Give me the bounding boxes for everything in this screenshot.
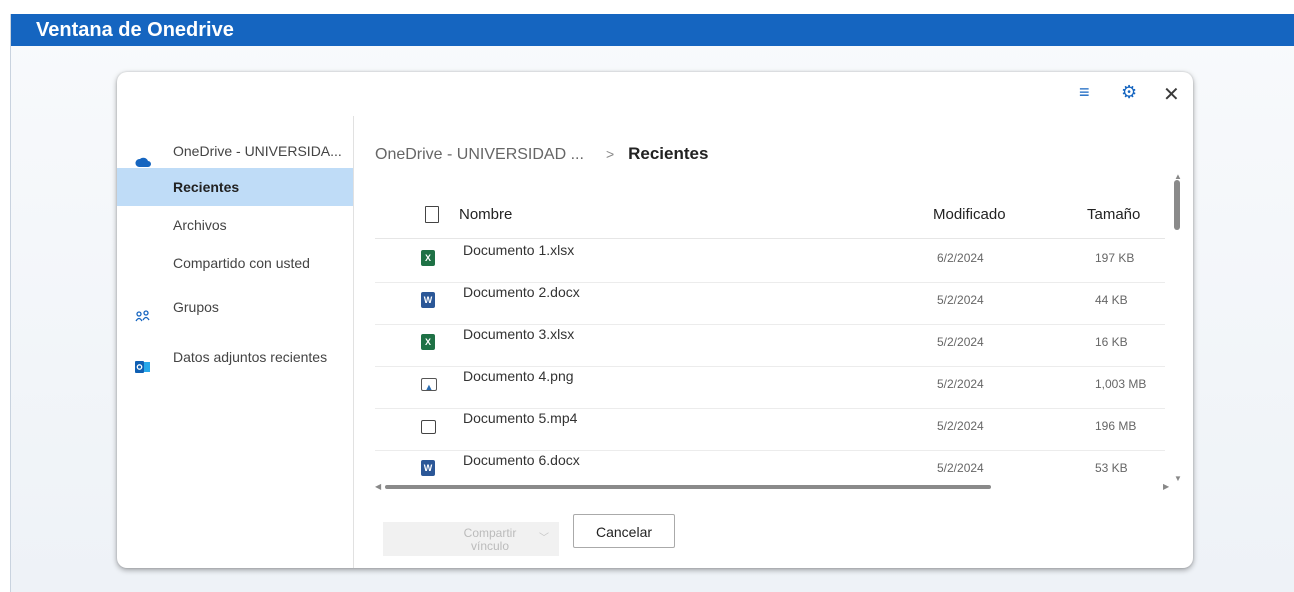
horizontal-scrollbar[interactable] bbox=[385, 485, 991, 489]
image-icon: ▲ bbox=[421, 378, 437, 392]
table-row[interactable]: ▲ Documento 4.png 5/2/2024 1,003 MB bbox=[375, 366, 1165, 409]
scroll-right-arrow[interactable]: ▶ bbox=[1163, 482, 1169, 491]
chevron-down-icon[interactable]: ﹀ bbox=[539, 532, 549, 545]
breadcrumb-separator: > bbox=[605, 146, 615, 162]
word-icon: W bbox=[421, 292, 435, 308]
file-name: Documento 2.docx bbox=[463, 284, 580, 300]
sidebar-item-grupos[interactable]: Grupos bbox=[117, 288, 353, 326]
close-icon[interactable]: ✕ bbox=[1163, 82, 1180, 107]
file-size: 16 KB bbox=[1095, 335, 1128, 349]
vertical-scrollbar[interactable] bbox=[1174, 180, 1180, 230]
sidebar-item-onedrive[interactable]: OneDrive - UNIVERSIDA... bbox=[117, 132, 353, 170]
sort-lines-icon[interactable]: ≡ bbox=[1079, 82, 1090, 103]
file-modified: 5/2/2024 bbox=[937, 293, 984, 307]
breadcrumb-root[interactable]: OneDrive - UNIVERSIDAD ... bbox=[375, 146, 584, 163]
excel-icon: X bbox=[421, 250, 435, 266]
cancel-button[interactable]: Cancelar bbox=[573, 514, 675, 548]
file-modified: 5/2/2024 bbox=[937, 461, 984, 475]
column-header-size[interactable]: Tamaño bbox=[1087, 206, 1140, 223]
share-label-line2: vínculo bbox=[470, 539, 510, 553]
share-label-line1: Compartir bbox=[463, 526, 517, 540]
file-size: 197 KB bbox=[1095, 251, 1135, 265]
file-modified: 5/2/2024 bbox=[937, 377, 984, 391]
excel-icon: X bbox=[421, 334, 435, 350]
sidebar-item-label: Datos adjuntos recientes bbox=[173, 349, 328, 365]
word-icon: W bbox=[421, 460, 435, 476]
file-type-icon bbox=[425, 206, 439, 223]
file-name: Documento 6.docx bbox=[463, 452, 580, 468]
onedrive-cloud-icon bbox=[135, 144, 151, 167]
breadcrumb: OneDrive - UNIVERSIDAD ... > Recientes bbox=[375, 144, 708, 164]
table-row[interactable]: X Documento 3.xlsx 5/2/2024 16 KB bbox=[375, 324, 1165, 367]
file-picker-dialog: ≡ ⚙ ✕ OneDrive - UNIVERSIDA... Recientes… bbox=[117, 72, 1193, 568]
column-header-name[interactable]: Nombre bbox=[459, 206, 512, 223]
file-name: Documento 5.mp4 bbox=[463, 410, 578, 426]
file-size: 1,003 MB bbox=[1095, 377, 1147, 391]
file-name: Documento 1.xlsx bbox=[463, 242, 575, 258]
video-icon bbox=[421, 420, 436, 434]
table-row[interactable]: X Documento 1.xlsx 6/2/2024 197 KB bbox=[375, 240, 1165, 283]
sidebar-item-label: Compartido con usted bbox=[173, 255, 310, 271]
sidebar-item-label: OneDrive - UNIVERSIDA... bbox=[173, 143, 342, 159]
file-modified: 5/2/2024 bbox=[937, 335, 984, 349]
scroll-left-arrow[interactable]: ◀ bbox=[375, 482, 381, 491]
breadcrumb-current: Recientes bbox=[628, 144, 709, 163]
sidebar-item-datos-adjuntos[interactable]: Datos adjuntos recientes bbox=[117, 338, 353, 376]
outlook-icon bbox=[135, 350, 151, 373]
sidebar-item-label: Grupos bbox=[173, 299, 219, 315]
file-name: Documento 4.png bbox=[463, 368, 574, 384]
file-size: 196 MB bbox=[1095, 419, 1137, 433]
file-modified: 5/2/2024 bbox=[937, 419, 984, 433]
table-row[interactable]: Documento 5.mp4 5/2/2024 196 MB bbox=[375, 408, 1165, 451]
scroll-down-arrow[interactable]: ▼ bbox=[1174, 474, 1182, 483]
sidebar-item-archivos[interactable]: Archivos bbox=[117, 206, 353, 244]
file-modified: 6/2/2024 bbox=[937, 251, 984, 265]
sidebar-item-label: Archivos bbox=[173, 217, 227, 233]
sidebar-item-label: Recientes bbox=[173, 179, 240, 195]
window-title: Ventana de Onedrive bbox=[11, 14, 1294, 46]
onedrive-window: Ventana de Onedrive ≡ ⚙ ✕ OneDrive - UNI… bbox=[10, 14, 1294, 592]
table-header: Nombre Modificado Tamaño bbox=[375, 200, 1165, 239]
sidebar: OneDrive - UNIVERSIDA... Recientes Archi… bbox=[117, 116, 354, 568]
file-name: Documento 3.xlsx bbox=[463, 326, 575, 342]
sidebar-item-recientes[interactable]: Recientes bbox=[117, 168, 353, 206]
column-header-modified[interactable]: Modificado bbox=[933, 206, 1006, 223]
share-link-button[interactable]: Compartir vínculo ﹀ bbox=[383, 522, 559, 556]
file-size: 44 KB bbox=[1095, 293, 1128, 307]
sidebar-item-compartido[interactable]: Compartido con usted bbox=[117, 244, 353, 282]
table-row[interactable]: W Documento 2.docx 5/2/2024 44 KB bbox=[375, 282, 1165, 325]
file-size: 53 KB bbox=[1095, 461, 1128, 475]
gear-icon[interactable]: ⚙ bbox=[1121, 82, 1137, 103]
groups-icon bbox=[135, 300, 151, 322]
